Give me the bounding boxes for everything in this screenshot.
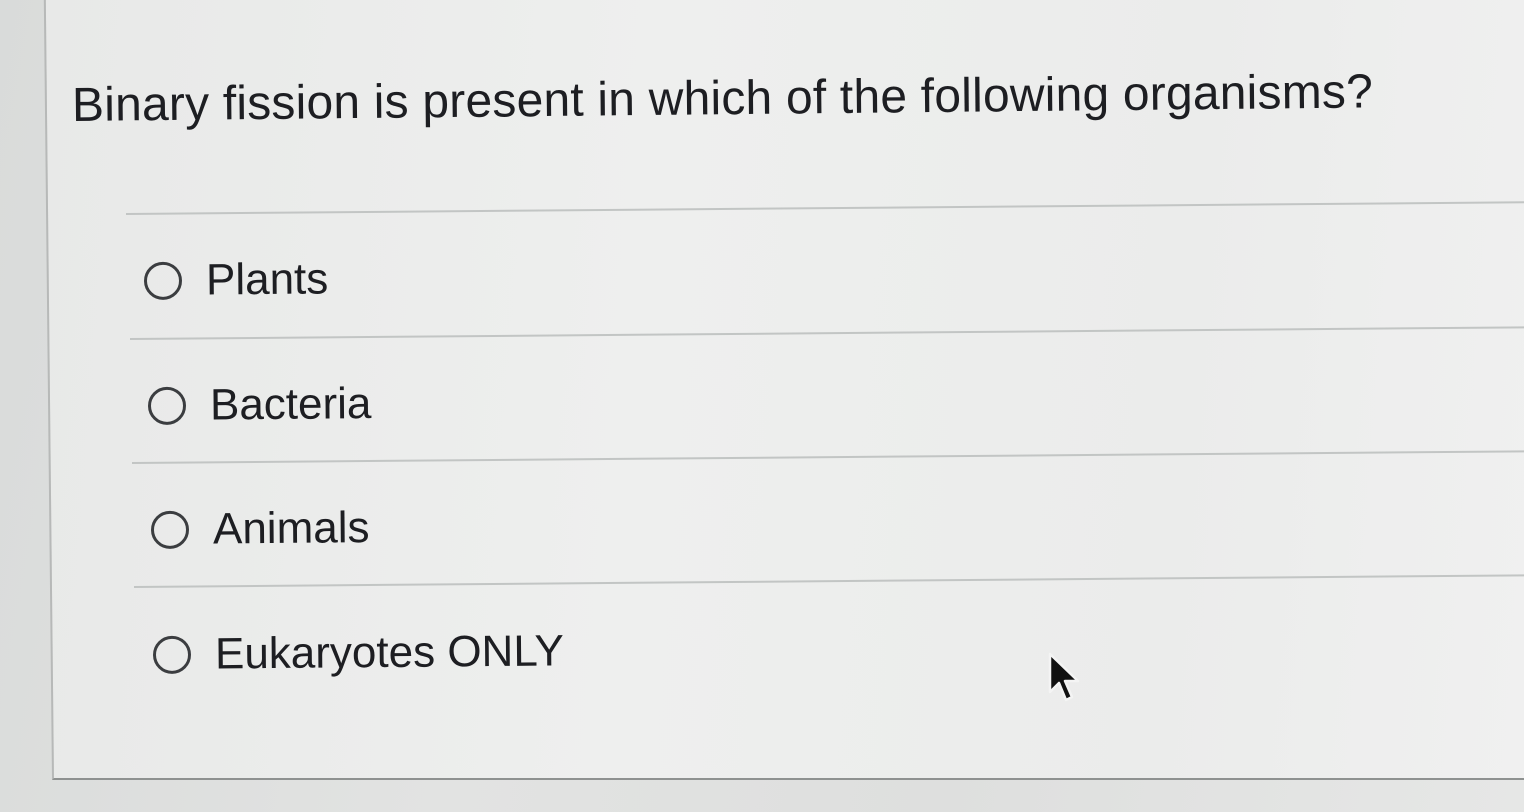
radio-unselected-icon[interactable] [152, 635, 192, 674]
answer-list: Plants Bacteria Animals Eukaryotes ONLY [0, 0, 1524, 812]
option-divider [131, 450, 1524, 464]
option-divider [133, 574, 1524, 588]
answer-option-animals[interactable]: Animals [150, 503, 370, 555]
radio-unselected-icon[interactable] [150, 510, 190, 549]
question-divider [125, 201, 1524, 215]
answer-option-eukaryotes-only[interactable]: Eukaryotes ONLY [152, 626, 565, 680]
radio-unselected-icon[interactable] [143, 261, 183, 300]
answer-label: Plants [205, 254, 329, 305]
radio-unselected-icon[interactable] [147, 386, 187, 425]
answer-label: Eukaryotes ONLY [214, 626, 565, 679]
answer-label: Animals [212, 503, 370, 554]
answer-option-bacteria[interactable]: Bacteria [147, 379, 372, 431]
mouse-pointer-icon [1048, 652, 1080, 702]
answer-label: Bacteria [209, 379, 372, 430]
answer-option-plants[interactable]: Plants [143, 254, 329, 306]
option-divider [129, 326, 1524, 340]
